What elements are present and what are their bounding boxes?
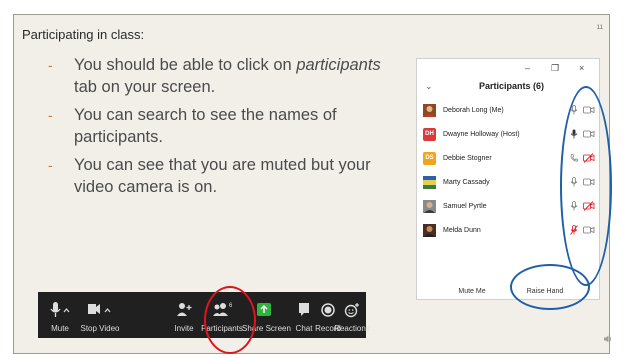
collapse-chevron-icon[interactable]: ⌄ [425, 81, 433, 92]
avatar [423, 199, 436, 213]
reactions-label: Reactions [334, 324, 370, 333]
share-screen-label: Share Screen [242, 324, 291, 333]
microphone-icon[interactable] [570, 177, 578, 187]
video-camera-icon[interactable] [583, 105, 595, 115]
reactions-button[interactable]: Reactions [330, 298, 374, 333]
bullet-text: tab on your screen. [74, 78, 216, 96]
participant-name: Marty Cassady [443, 178, 490, 186]
raise-hand-button[interactable]: Raise Hand [521, 285, 569, 299]
participant-name: Melda Dunn [443, 226, 481, 234]
participant-row[interactable]: Deborah Long (Me) [423, 101, 595, 119]
participant-row[interactable]: Samuel Pyrtle [423, 197, 595, 215]
microphone-muted-icon[interactable] [570, 225, 578, 235]
bullet-emphasis: participants [296, 56, 381, 74]
minimize-button[interactable]: – [525, 63, 530, 73]
stop-video-label: Stop Video [80, 324, 120, 333]
video-camera-icon[interactable] [583, 225, 595, 235]
bullet-text: You can search to see the names of parti… [74, 106, 337, 146]
share-screen-button[interactable]: Share Screen [242, 298, 291, 333]
bullet-dash: - [48, 157, 53, 173]
mute-label: Mute [51, 324, 69, 333]
video-camera-icon[interactable] [583, 177, 595, 187]
participant-name: Samuel Pyrtle [443, 202, 487, 210]
share-screen-icon [257, 303, 271, 316]
person-photo-icon [423, 223, 436, 237]
panel-title: Participants (6) [479, 81, 545, 91]
participants-count: 6 [229, 303, 233, 309]
participant-name: Debbie Stogner [443, 154, 492, 162]
phone-icon[interactable] [570, 153, 578, 163]
video-camera-icon[interactable] [583, 129, 595, 139]
microphone-icon[interactable] [570, 105, 578, 115]
video-off-icon[interactable] [583, 201, 595, 211]
mute-button[interactable]: Mute [38, 298, 82, 333]
person-photo-icon [423, 199, 436, 213]
section-title: Participating in class: [22, 27, 145, 42]
participants-label: Participants [201, 324, 243, 333]
bullet-item: - You should be able to click on partici… [48, 54, 408, 98]
slide-number: 11 [596, 25, 603, 31]
bullet-text: You can see that you are muted but your … [74, 156, 371, 196]
zoom-toolbar: Mute Stop Video Invite 6 Participants Sh… [38, 292, 370, 338]
avatar: DS [423, 151, 436, 165]
bullet-item: - You can see that you are muted but you… [48, 154, 408, 198]
close-button[interactable]: × [579, 63, 584, 73]
video-off-icon[interactable] [583, 153, 595, 163]
invite-user-icon [177, 303, 192, 316]
panel-header: ⌄ Participants (6) [417, 81, 599, 95]
participant-row[interactable]: DS Debbie Stogner [423, 149, 595, 167]
microphone-icon[interactable] [570, 201, 578, 211]
reactions-smiley-icon [344, 303, 359, 318]
participant-name: Deborah Long (Me) [443, 106, 504, 114]
avatar: DH [423, 127, 436, 141]
stop-video-button[interactable]: Stop Video [78, 298, 122, 333]
microphone-icon [50, 302, 70, 317]
logo-photo-icon [423, 175, 436, 189]
bullet-item: - You can search to see the names of par… [48, 104, 408, 148]
participant-row[interactable]: Marty Cassady [423, 173, 595, 191]
bullet-list: - You should be able to click on partici… [48, 54, 408, 204]
participants-button[interactable]: 6 Participants [200, 298, 244, 333]
participants-panel: – ❐ × ⌄ Participants (6) Deborah Long (M… [416, 58, 600, 300]
avatar [423, 223, 436, 237]
microphone-icon[interactable] [570, 129, 578, 139]
speaker-icon[interactable] [603, 334, 613, 344]
restore-button[interactable]: ❐ [551, 63, 559, 74]
participants-icon: 6 [213, 303, 233, 316]
person-photo-icon [423, 103, 436, 117]
bullet-dash: - [48, 57, 53, 73]
bullet-text: You should be able to click on [74, 56, 297, 74]
participant-name: Dwayne Holloway (Host) [443, 130, 520, 138]
participant-row[interactable]: Melda Dunn [423, 221, 595, 239]
bullet-dash: - [48, 107, 53, 123]
avatar [423, 103, 436, 117]
slide-frame: 11 Participating in class: - You should … [0, 0, 627, 358]
avatar [423, 175, 436, 189]
video-camera-icon [88, 304, 111, 314]
mute-me-button[interactable]: Mute Me [451, 285, 493, 299]
participant-row[interactable]: DH Dwayne Holloway (Host) [423, 125, 595, 143]
